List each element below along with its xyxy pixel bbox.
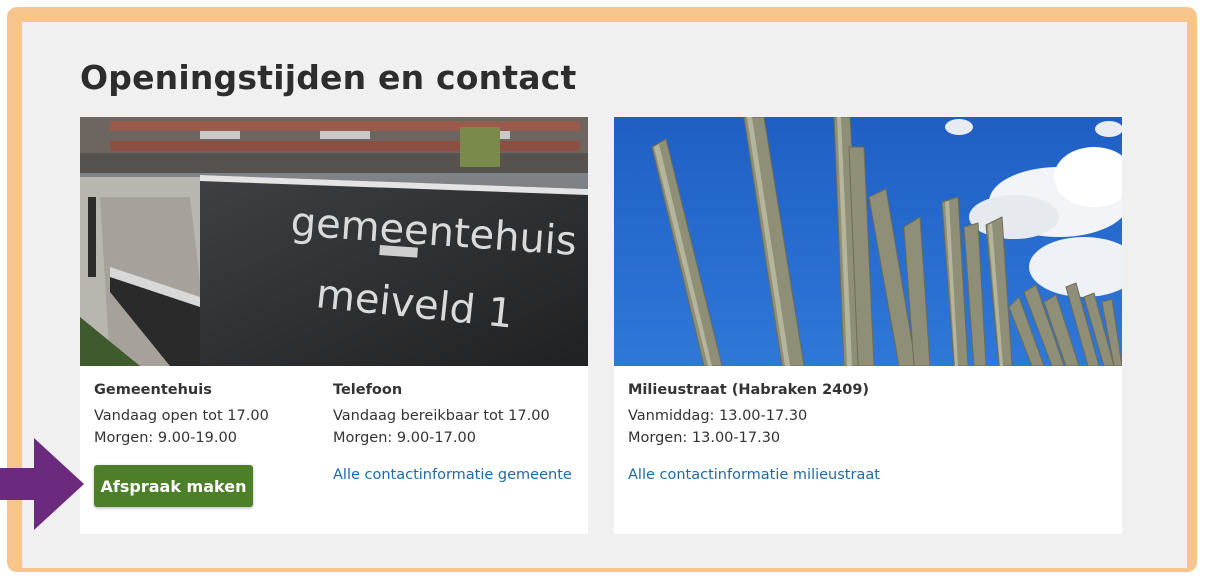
- telefoon-hours-tomorrow: Morgen: 9.00-17.00: [333, 430, 476, 446]
- afspraak-maken-button[interactable]: Afspraak maken: [94, 465, 253, 507]
- gemeentehuis-hours-tomorrow: Morgen: 9.00-19.00: [94, 430, 237, 446]
- milieustraat-info: Milieustraat (Habraken 2409) Vanmiddag: …: [628, 379, 869, 449]
- purple-arrow-icon: [0, 438, 84, 530]
- page-title: Openingstijden en contact: [80, 58, 577, 97]
- card-milieustraat: Milieustraat (Habraken 2409) Vanmiddag: …: [614, 117, 1122, 534]
- telefoon-info: Telefoon Vandaag bereikbaar tot 17.00 Mo…: [333, 379, 550, 449]
- gemeentehuis-hours-today: Vandaag open tot 17.00: [94, 408, 269, 424]
- card-gemeentehuis: gemeentehuis meiveld 1 Gemeentehuis Vand…: [80, 117, 588, 534]
- telefoon-hours-today: Vandaag bereikbaar tot 17.00: [333, 408, 550, 424]
- milieustraat-title: Milieustraat (Habraken 2409): [628, 382, 870, 398]
- gemeentehuis-title: Gemeentehuis: [94, 382, 212, 398]
- gemeentehuis-info: Gemeentehuis Vandaag open tot 17.00 Morg…: [94, 379, 269, 449]
- contact-gemeente-link[interactable]: Alle contactinformatie gemeente: [333, 467, 572, 483]
- gemeentehuis-photo: gemeentehuis meiveld 1: [80, 117, 588, 366]
- milieustraat-hours-tomorrow: Morgen: 13.00-17.30: [628, 430, 781, 446]
- telefoon-title: Telefoon: [333, 382, 403, 398]
- milieustraat-poles-photo: [614, 117, 1122, 366]
- contact-milieustraat-link[interactable]: Alle contactinformatie milieustraat: [628, 467, 880, 483]
- milieustraat-hours-today: Vanmiddag: 13.00-17.30: [628, 408, 808, 424]
